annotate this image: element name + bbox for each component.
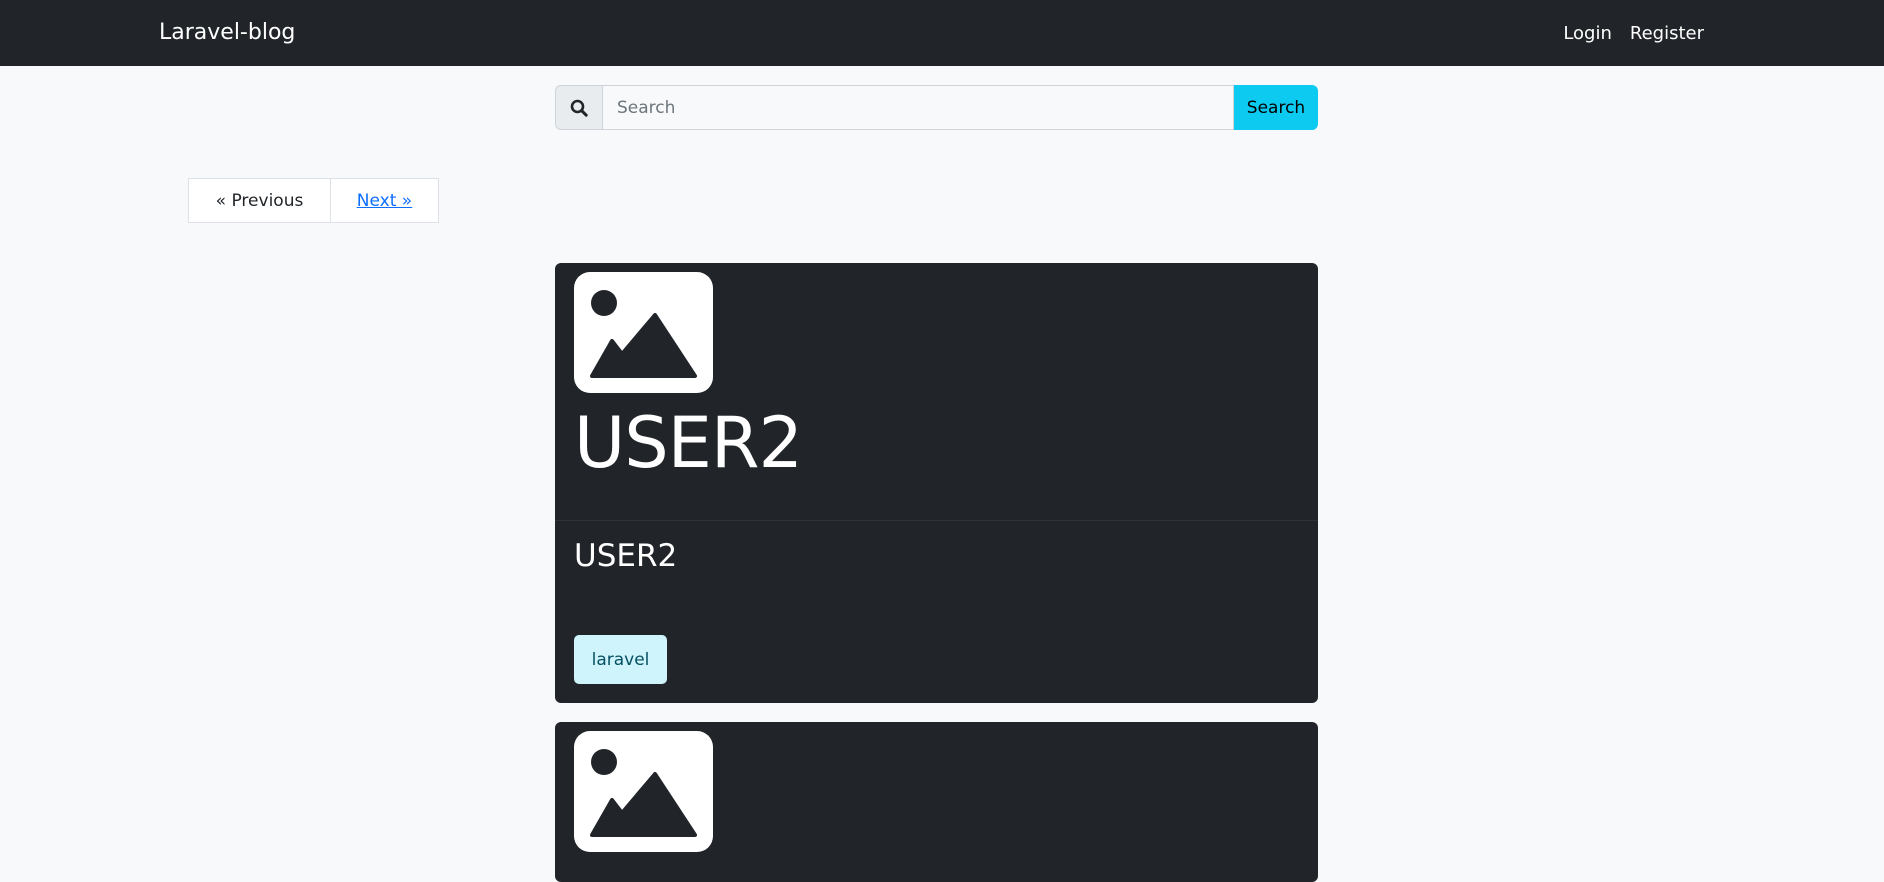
post-title[interactable]: USER2 — [574, 408, 803, 478]
search-button[interactable]: Search — [1234, 85, 1318, 130]
previous-page-button[interactable]: « Previous — [188, 178, 331, 223]
post-subtitle: USER2 — [574, 538, 678, 574]
image-placeholder-icon — [574, 731, 713, 852]
tag-badge[interactable]: laravel — [574, 635, 667, 684]
card-divider — [555, 520, 1318, 521]
register-link[interactable]: Register — [1630, 23, 1704, 44]
login-link[interactable]: Login — [1563, 23, 1612, 44]
search-input[interactable] — [602, 85, 1234, 130]
brand-link[interactable]: Laravel-blog — [159, 0, 295, 66]
navbar: Laravel-blog Login Register — [0, 0, 1884, 66]
next-page-link[interactable]: Next » — [330, 178, 439, 223]
post-card: USER2 USER2 laravel — [555, 263, 1318, 703]
nav-links: Login Register — [1563, 0, 1704, 66]
post-card — [555, 722, 1318, 882]
search-icon — [555, 85, 602, 130]
pagination: « Previous Next » — [188, 178, 439, 223]
search-form: Search — [555, 85, 1318, 130]
image-placeholder-icon — [574, 272, 713, 393]
